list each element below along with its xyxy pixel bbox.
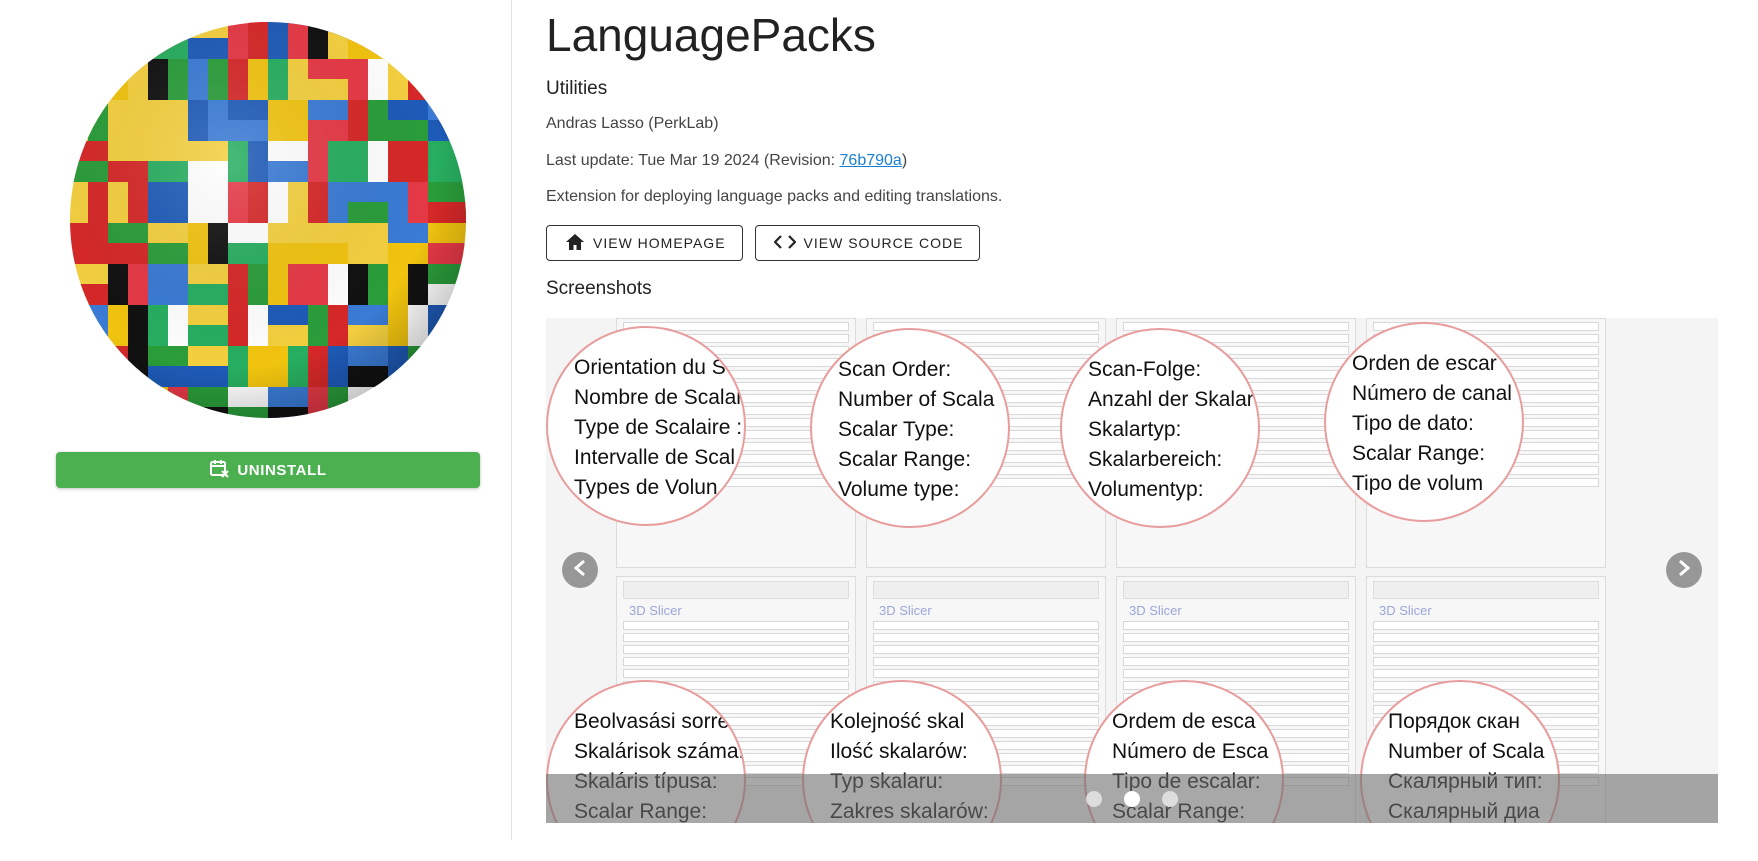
view-homepage-button[interactable]: VIEW HOMEPAGE xyxy=(546,225,743,261)
chevron-left-icon xyxy=(573,559,587,582)
last-update: Last update: Tue Mar 19 2024 (Revision: … xyxy=(546,152,907,170)
magnifier-label: Skalárisok száma: xyxy=(574,740,745,763)
magnifier-label: Anzahl der Skalar xyxy=(1088,388,1254,411)
uninstall-button[interactable]: UNINSTALL xyxy=(56,452,480,488)
magnifier-circle: Orientation du S Nombre de Scalai Type de … xyxy=(546,326,746,526)
magnifier-label: Types de Volun xyxy=(574,476,718,499)
magnifier-label: Scan Order: xyxy=(838,358,952,381)
magnifier-label: Número de Esca xyxy=(1112,740,1269,763)
magnifier-label: Порядок скан xyxy=(1388,710,1520,733)
magnifier-label: Volumentyp: xyxy=(1088,478,1204,501)
extension-author: Andras Lasso (PerkLab) xyxy=(546,115,719,132)
home-icon xyxy=(565,233,585,254)
magnifier-label: Orden de escar xyxy=(1352,352,1497,375)
chevron-right-icon xyxy=(1677,559,1691,582)
magnifier-label: Scalar Range: xyxy=(1352,442,1486,465)
calendar-remove-icon xyxy=(209,458,230,482)
magnifier-label: Ilość skalarów: xyxy=(830,740,968,763)
carousel-prev-button[interactable] xyxy=(562,552,598,588)
magnifier-label: Nombre de Scalai xyxy=(574,386,741,409)
magnifier-label: Kolejność skal xyxy=(830,710,965,733)
flag-globe-icon xyxy=(70,22,466,418)
magnifier-label: Tipo de volum xyxy=(1352,472,1484,495)
extension-category: Utilities xyxy=(546,78,608,99)
screenshots-heading: Screenshots xyxy=(546,278,652,299)
extension-sidebar: UNINSTALL xyxy=(0,0,512,840)
uninstall-label: UNINSTALL xyxy=(237,461,327,479)
carousel-dot[interactable] xyxy=(1124,790,1140,807)
magnifier-circle: Orden de escar Número de canal Tipo de dat… xyxy=(1324,322,1524,522)
magnifier-label: Orientation du S xyxy=(574,356,726,379)
slicer-logo-text: 3D Slicer xyxy=(879,603,932,618)
carousel-indicators xyxy=(546,774,1718,823)
action-buttons: VIEW HOMEPAGE VIEW SOURCE CODE xyxy=(546,225,981,261)
magnifier-label: Scalar Type: xyxy=(838,418,955,441)
magnifier-label: Number of Scala xyxy=(1388,740,1545,763)
magnifier-label: Beolvasási sorrer xyxy=(574,710,737,733)
view-source-code-button[interactable]: VIEW SOURCE CODE xyxy=(754,225,981,261)
last-update-suffix: ) xyxy=(901,152,908,169)
slicer-logo-text: 3D Slicer xyxy=(1379,603,1432,618)
magnifier-label: Número de canal xyxy=(1352,382,1512,405)
magnifier-label: Skalarbereich: xyxy=(1088,448,1223,471)
carousel-dot[interactable] xyxy=(1086,790,1102,807)
slicer-logo-text: 3D Slicer xyxy=(629,603,682,618)
screenshot-image: 3D Slicer 3D Slicer 3D Slicer 3D Slicer Orie… xyxy=(546,318,1718,823)
magnifier-label: Scalar Range: xyxy=(838,448,972,471)
extension-title: LanguagePacks xyxy=(546,9,876,61)
carousel-next-button[interactable] xyxy=(1666,552,1702,588)
magnifier-label: Intervalle de Scal xyxy=(574,446,736,469)
revision-link[interactable]: 76b790a xyxy=(840,152,902,169)
magnifier-label: Skalartyp: xyxy=(1088,418,1182,441)
screenshot-carousel[interactable]: 3D Slicer 3D Slicer 3D Slicer 3D Slicer Orie… xyxy=(546,318,1718,823)
magnifier-label: Type de Scalaire : xyxy=(574,416,743,439)
last-update-text: Last update: Tue Mar 19 2024 (Revision: xyxy=(546,152,840,169)
slicer-logo-text: 3D Slicer xyxy=(1129,603,1182,618)
magnifier-label: Scan-Folge: xyxy=(1088,358,1202,381)
magnifier-label: Volume type: xyxy=(838,478,960,501)
view-homepage-label: VIEW HOMEPAGE xyxy=(593,235,726,251)
magnifier-label: Tipo de dato: xyxy=(1352,412,1474,435)
magnifier-circle: Scan Order: Number of Scala Scalar Type: Sc… xyxy=(810,328,1010,528)
extension-description: Extension for deploying language packs a… xyxy=(546,188,1003,205)
magnifier-label: Ordem de esca xyxy=(1112,710,1256,733)
extension-icon xyxy=(68,18,468,422)
magnifier-circle: Scan-Folge: Anzahl der Skalar Skalartyp: Sk… xyxy=(1060,328,1260,528)
carousel-dot[interactable] xyxy=(1162,790,1178,807)
magnifier-label: Number of Scala xyxy=(838,388,995,411)
view-source-code-label: VIEW SOURCE CODE xyxy=(803,235,964,251)
code-icon xyxy=(772,234,797,253)
